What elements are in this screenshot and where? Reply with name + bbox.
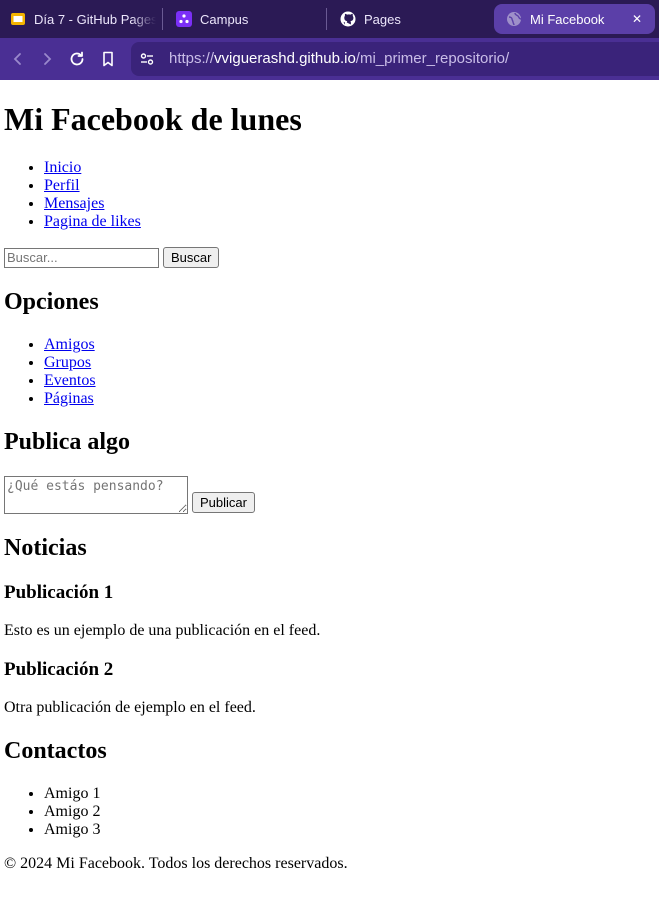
site-settings-icon[interactable] (139, 51, 155, 72)
publish-button[interactable]: Publicar (192, 492, 255, 513)
news-heading: Noticias (4, 535, 87, 561)
post-body: Otra publicación de ejemplo en el feed. (4, 699, 256, 716)
nav-link-inicio[interactable]: Inicio (44, 159, 81, 176)
page-content: Mi Facebook de lunes Inicio Perfil Mensa… (0, 80, 659, 873)
search-input[interactable] (4, 247, 159, 268)
nav-item-perfil: Perfil (44, 177, 659, 195)
page-title: Mi Facebook de lunes (4, 101, 302, 137)
contact-item: Amigo 2 (44, 803, 659, 821)
tab-title: Pages (364, 11, 401, 27)
post-title: Publicación 1 (4, 582, 114, 603)
back-icon[interactable] (7, 48, 29, 70)
main-nav: Inicio Perfil Mensajes Pagina de likes (0, 159, 659, 231)
publish-form: Publicar (4, 476, 659, 514)
reload-icon[interactable] (66, 48, 88, 70)
search-form: Buscar (4, 247, 659, 268)
tab-separator (162, 8, 163, 30)
forward-icon[interactable] (36, 48, 58, 70)
post-textarea[interactable] (4, 476, 188, 514)
slides-icon (10, 11, 26, 27)
contacts-list: Amigo 1 Amigo 2 Amigo 3 (0, 785, 659, 839)
tab-pages[interactable]: Pages (340, 4, 480, 34)
tab-title: Día 7 - GitHub Pages (34, 11, 156, 27)
contact-item: Amigo 3 (44, 821, 659, 839)
contact-item: Amigo 1 (44, 785, 659, 803)
option-link-grupos[interactable]: Grupos (44, 354, 91, 371)
globe-icon (506, 11, 522, 27)
option-item: Eventos (44, 372, 659, 390)
github-icon (340, 11, 356, 27)
options-list: Amigos Grupos Eventos Páginas (0, 336, 659, 408)
tab-campus[interactable]: Campus (176, 4, 316, 34)
bookmark-icon[interactable] (97, 48, 119, 70)
contacts-heading: Contactos (4, 738, 107, 764)
options-heading: Opciones (4, 289, 99, 315)
footer-text: © 2024 Mi Facebook. Todos los derechos r… (4, 855, 348, 872)
option-link-paginas[interactable]: Páginas (44, 390, 94, 407)
search-button[interactable]: Buscar (163, 247, 220, 268)
publish-heading: Publica algo (4, 429, 131, 455)
address-bar[interactable]: https://vviguerashd.github.io/mi_primer_… (131, 42, 659, 76)
tab-bar: Día 7 - GitHub Pages Campus Pages Mi Fac… (0, 0, 659, 38)
url-text: https://vviguerashd.github.io/mi_primer_… (169, 42, 509, 76)
browser-toolbar: https://vviguerashd.github.io/mi_primer_… (0, 38, 659, 80)
tab-github-pages-day7[interactable]: Día 7 - GitHub Pages (10, 4, 156, 34)
campus-icon (176, 11, 192, 27)
url-path: /mi_primer_repositorio/ (355, 50, 510, 67)
nav-item-inicio: Inicio (44, 159, 659, 177)
option-link-eventos[interactable]: Eventos (44, 372, 96, 389)
url-scheme: https:// (169, 50, 215, 67)
option-item: Grupos (44, 354, 659, 372)
close-tab-icon[interactable]: ✕ (629, 12, 645, 26)
post-title: Publicación 2 (4, 659, 114, 680)
nav-link-perfil[interactable]: Perfil (44, 177, 80, 194)
option-item: Páginas (44, 390, 659, 408)
nav-item-mensajes: Mensajes (44, 195, 659, 213)
nav-link-likes[interactable]: Pagina de likes (44, 213, 141, 230)
nav-link-mensajes[interactable]: Mensajes (44, 195, 104, 212)
post-body: Esto es un ejemplo de una publicación en… (4, 622, 321, 639)
tab-title: Mi Facebook (530, 11, 605, 27)
option-item: Amigos (44, 336, 659, 354)
nav-item-likes: Pagina de likes (44, 213, 659, 231)
tab-mi-facebook[interactable]: Mi Facebook ✕ (494, 4, 655, 34)
option-link-amigos[interactable]: Amigos (44, 336, 95, 353)
tab-separator (326, 8, 327, 30)
url-host: vviguerashd.github.io (214, 50, 356, 67)
tab-title: Campus (200, 11, 249, 27)
